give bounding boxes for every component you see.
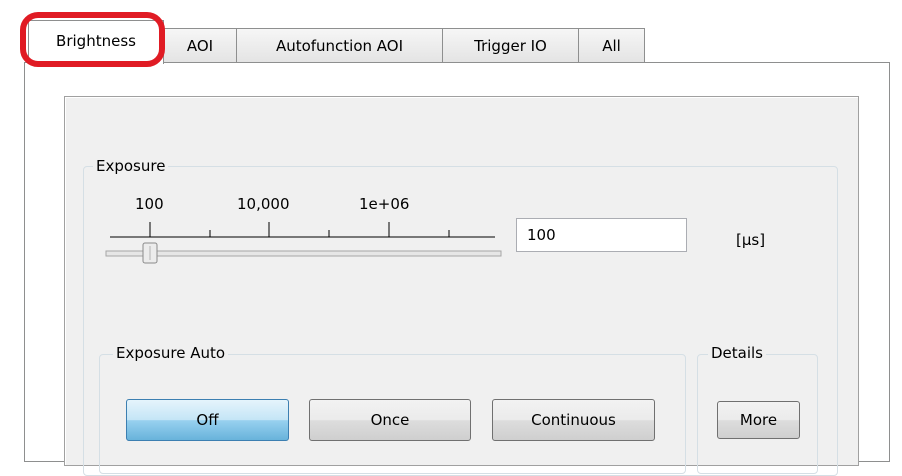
tab-strip: Brightness AOI Autofunction AOI Trigger … (0, 0, 902, 64)
details-group-title: Details (708, 344, 767, 362)
exposure-slider[interactable] (105, 215, 505, 265)
tab-label: Brightness (56, 32, 136, 50)
off-button[interactable]: Off (126, 399, 289, 441)
exposure-group-title: Exposure (93, 157, 169, 175)
slider-track (105, 250, 502, 257)
exposure-value-input[interactable] (516, 218, 687, 252)
tab-all[interactable]: All (578, 28, 645, 62)
tab-aoi[interactable]: AOI (163, 28, 237, 62)
tick-label: 1e+06 (359, 195, 410, 213)
tab-label: All (602, 36, 621, 55)
tick-label: 10,000 (237, 195, 290, 213)
once-button[interactable]: Once (309, 399, 471, 441)
tab-trigger-io[interactable]: Trigger IO (442, 28, 579, 62)
tab-label: Trigger IO (474, 36, 547, 55)
tab-brightness[interactable]: Brightness (28, 20, 164, 64)
tick-label: 100 (135, 195, 164, 213)
brightness-panel: Exposure 100 10,000 1e+06 [µs] Exposure … (64, 96, 859, 476)
tab-label: Autofunction AOI (275, 36, 404, 55)
tab-label: AOI (186, 36, 214, 55)
tab-autofunction-aoi[interactable]: Autofunction AOI (236, 28, 443, 62)
exposure-auto-group-title: Exposure Auto (113, 344, 229, 362)
continuous-button[interactable]: Continuous (492, 399, 655, 441)
more-button[interactable]: More (717, 401, 800, 439)
exposure-unit-label: [µs] (736, 231, 766, 249)
